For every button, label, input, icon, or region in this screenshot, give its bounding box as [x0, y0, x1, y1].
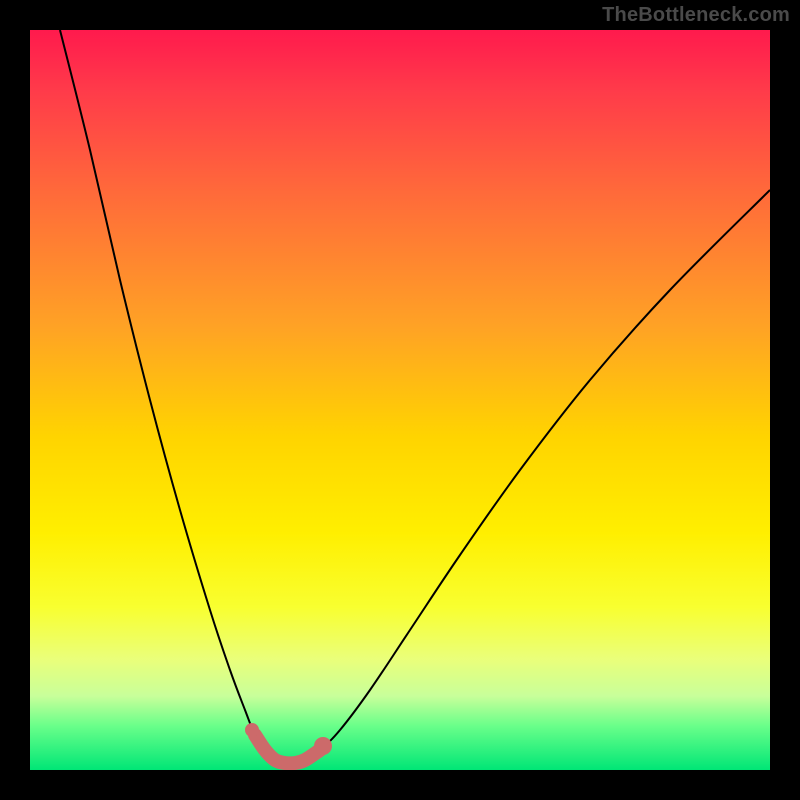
curve-svg	[30, 30, 770, 770]
chart-frame: TheBottleneck.com	[0, 0, 800, 800]
marker-band	[255, 735, 320, 763]
bottleneck-curve	[60, 30, 770, 763]
plot-area	[30, 30, 770, 770]
dot-right	[314, 737, 332, 755]
watermark-text: TheBottleneck.com	[602, 4, 790, 27]
dot-left	[245, 723, 259, 737]
